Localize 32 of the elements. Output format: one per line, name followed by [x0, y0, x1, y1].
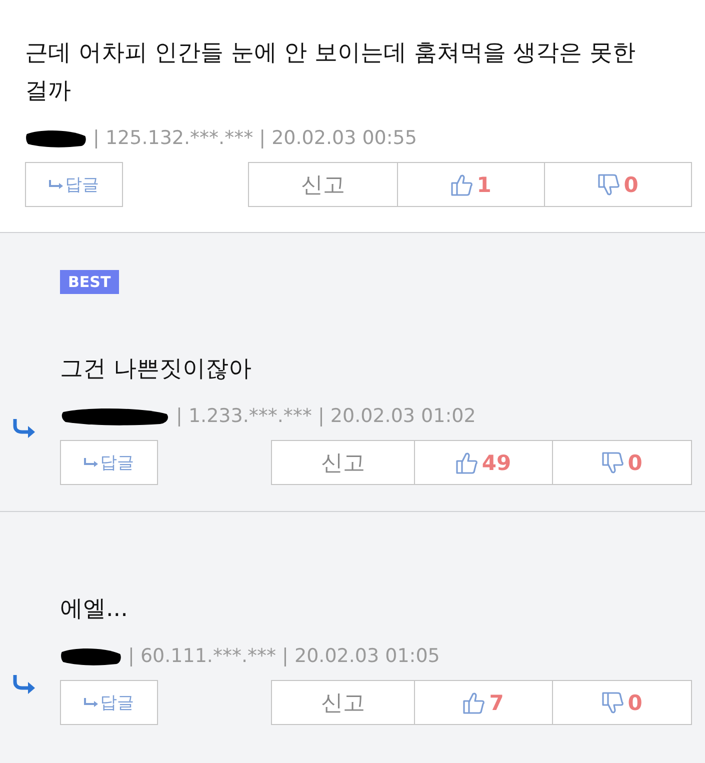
dislike-button[interactable]: 0 — [544, 162, 692, 207]
redaction-mark — [60, 646, 122, 666]
dislike-button[interactable]: 0 — [552, 440, 692, 485]
redaction-mark — [25, 128, 87, 148]
reply-arrow-icon — [12, 674, 36, 694]
comment-text: 그건 나쁜짓이잖아 — [60, 355, 252, 384]
report-button[interactable]: 신고 — [271, 680, 415, 725]
reply-arrow-icon — [49, 180, 63, 190]
reply-arrow-icon — [12, 418, 36, 438]
best-badge: BEST — [60, 270, 119, 294]
report-button[interactable]: 신고 — [271, 440, 415, 485]
reply-button[interactable]: 답글 — [60, 440, 158, 485]
thumbs-down-icon — [602, 690, 624, 714]
reply-arrow-icon — [84, 458, 98, 468]
like-button[interactable]: 49 — [414, 440, 553, 485]
comment-text: 근데 어차피 인간들 눈에 안 보이는데 훔쳐먹을 생각은 못한 걸까 — [25, 39, 636, 106]
comment-text: 에엘... — [60, 595, 129, 624]
like-button[interactable]: 1 — [397, 162, 545, 207]
report-button[interactable]: 신고 — [248, 162, 398, 207]
thumbs-up-icon — [456, 450, 478, 474]
thumbs-up-icon — [463, 690, 486, 714]
reply-button[interactable]: 답글 — [60, 680, 158, 725]
comment-meta: | 60.111.***.*** | 20.02.03 01:05 — [128, 645, 440, 667]
dislike-button[interactable]: 0 — [552, 680, 692, 725]
thumbs-down-icon — [602, 450, 624, 474]
thumbs-down-icon — [598, 172, 620, 196]
comment-meta: | 125.132.***.*** | 20.02.03 00:55 — [93, 127, 417, 149]
reply-arrow-icon — [84, 698, 98, 708]
thumbs-up-icon — [450, 172, 473, 196]
reply-button[interactable]: 답글 — [25, 162, 123, 207]
like-button[interactable]: 7 — [414, 680, 553, 725]
comment-meta: | 1.233.***.*** | 20.02.03 01:02 — [176, 405, 476, 427]
